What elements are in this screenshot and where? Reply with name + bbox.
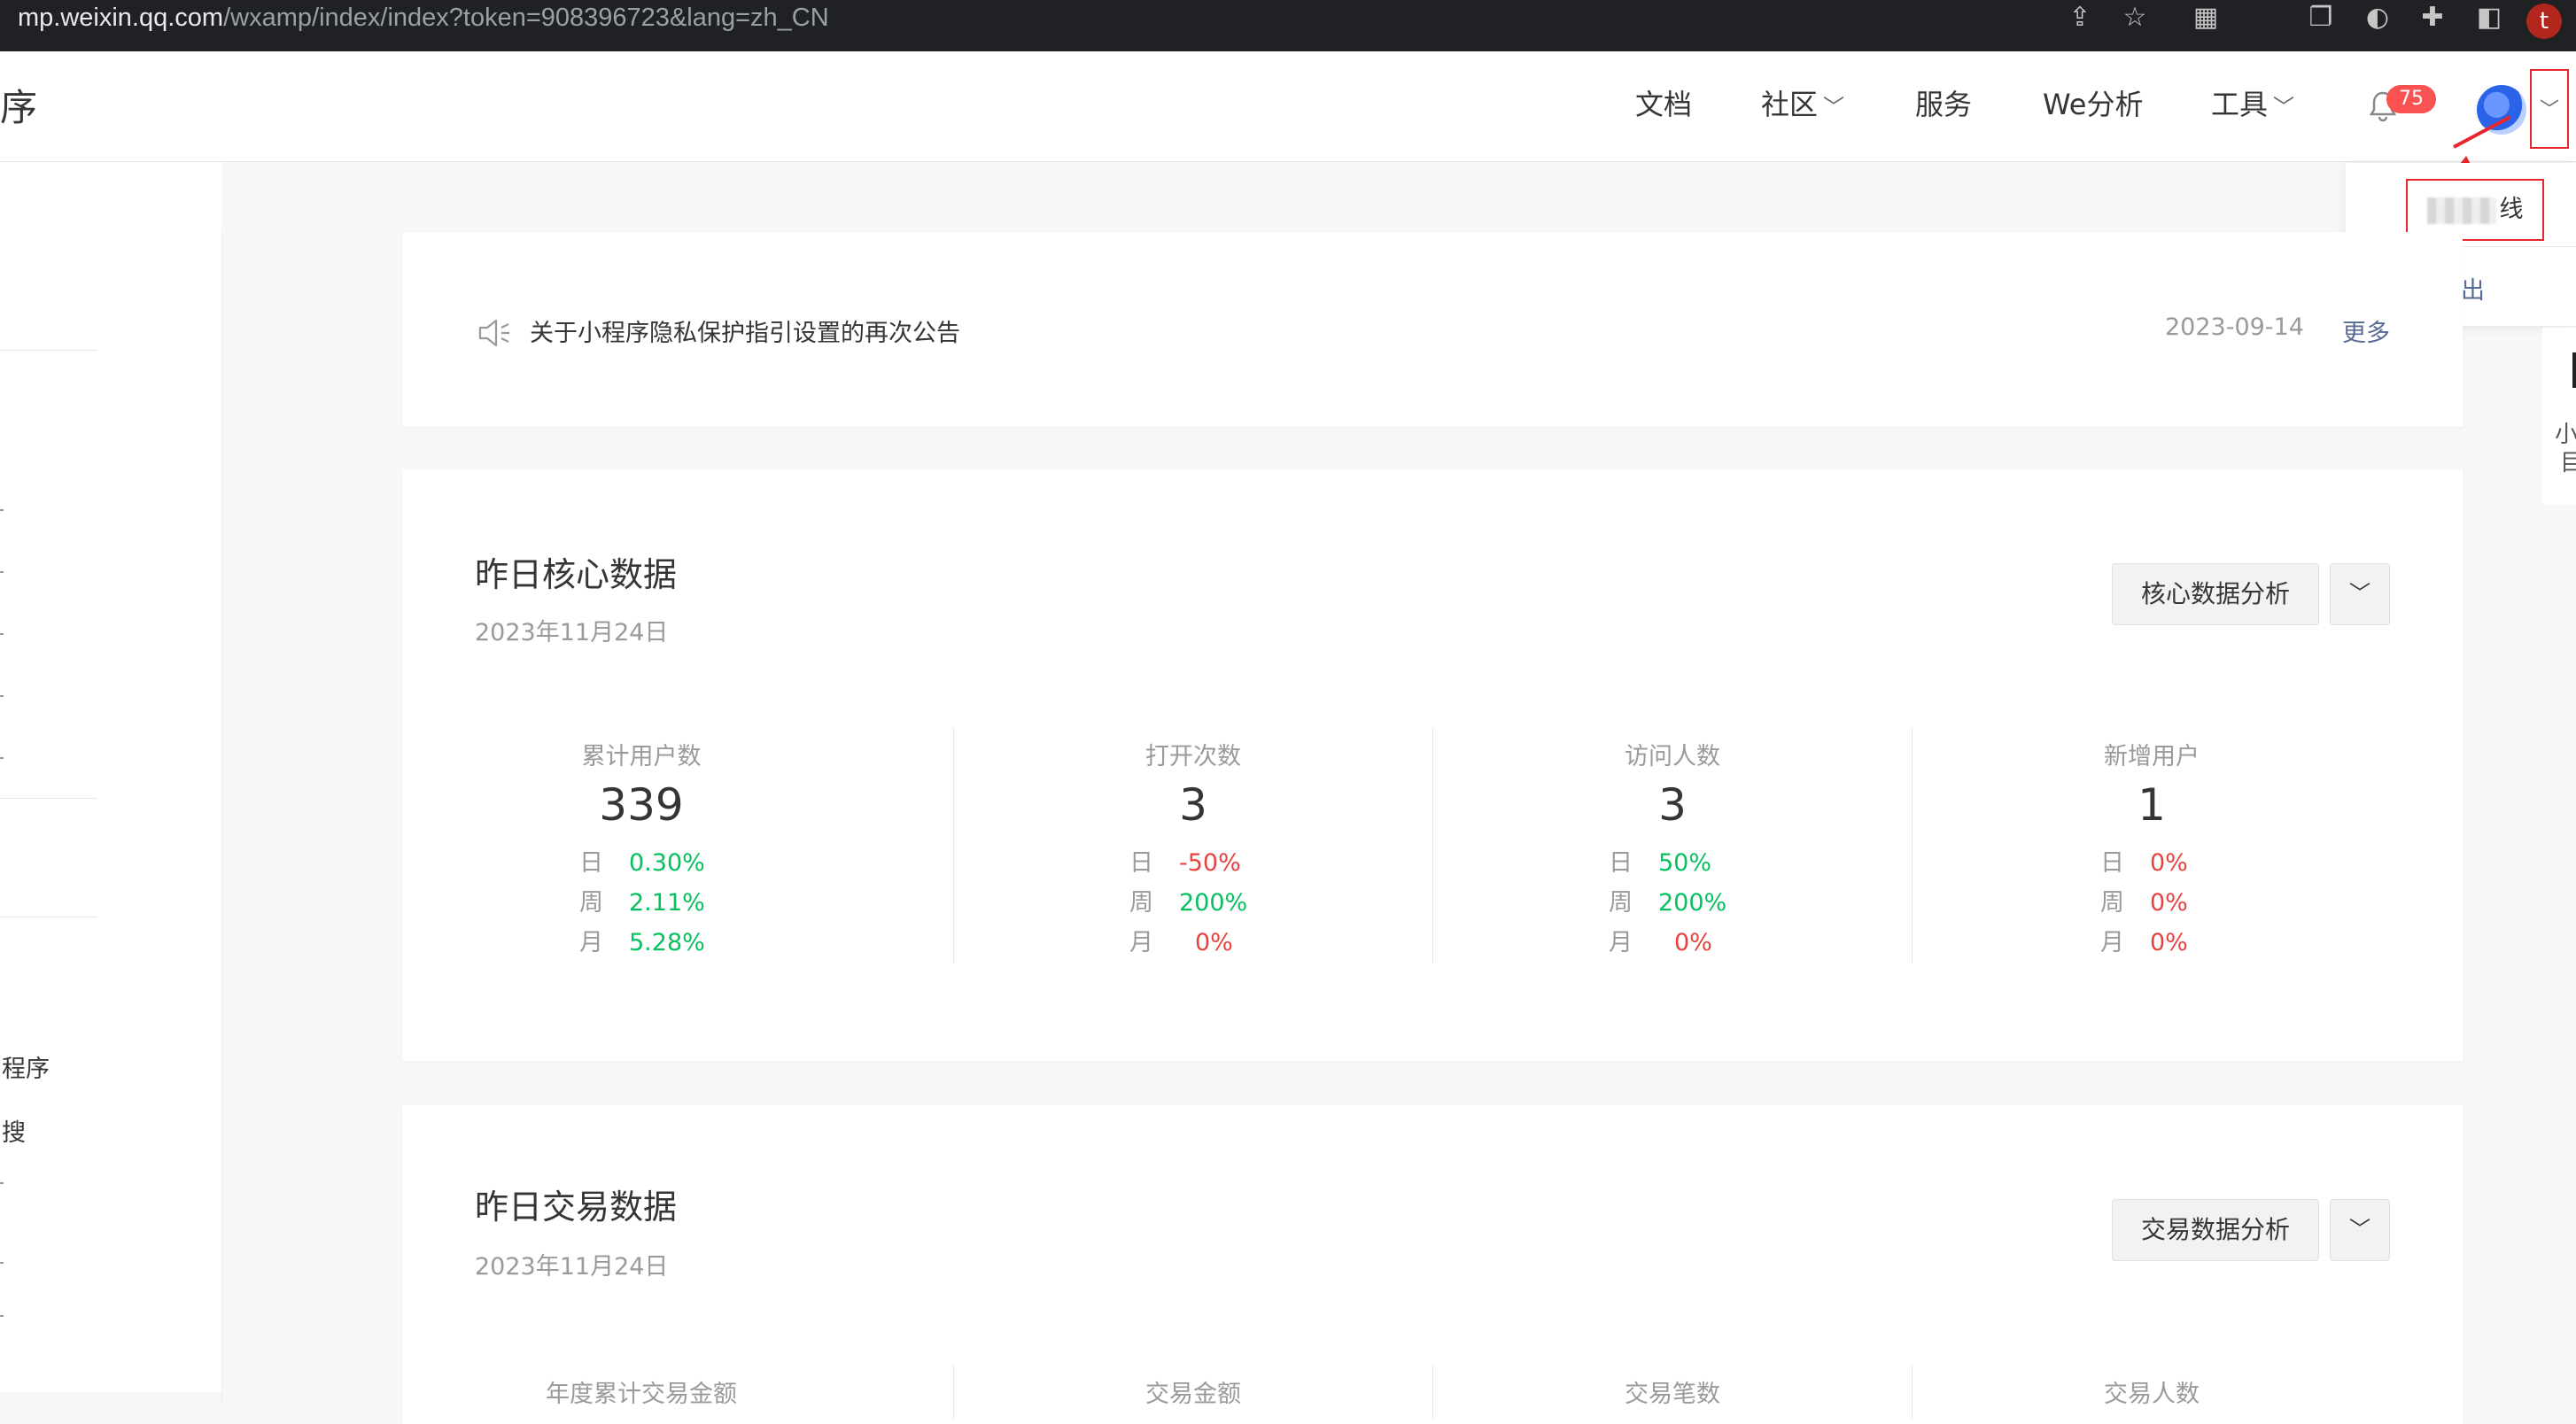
metric-opens: 打开次数 3 日 -50% 周 200% 月 0%	[953, 728, 1432, 964]
sidebar-item-marker	[0, 1315, 4, 1317]
nav-services[interactable]: 服务	[1915, 87, 1972, 122]
url-host: mp.weixin.qq.com	[18, 4, 224, 32]
trade-metric-buyers: 交易人数	[1912, 1366, 2391, 1419]
extension-image-icon[interactable]: ▦	[2188, 0, 2223, 35]
metric-value: 1	[2138, 779, 2166, 831]
sidebar-item-marker	[0, 757, 4, 759]
metric-visitors: 访问人数 3 日 50% 周 200% 月 0%	[1432, 728, 1912, 964]
metric-change-month: 月 5.28%	[579, 929, 705, 956]
share-icon[interactable]: ⇪	[2062, 0, 2098, 35]
url-path: /wxamp/index/index?token=908396723&lang=…	[223, 4, 829, 32]
metric-change-week: 周 0%	[2100, 889, 2188, 917]
metric-change-month: 月 0%	[1129, 929, 1233, 956]
url-field[interactable]: mp.weixin.qq.com/wxamp/index/index?token…	[18, 0, 829, 35]
metric-value: 3	[1658, 779, 1687, 831]
nav-services-label: 服务	[1915, 88, 1973, 121]
trade-data-title: 昨日交易数据	[475, 1188, 678, 1227]
trade-metric-annual-amount: 年度累计交易金额	[402, 1366, 881, 1419]
sidebar-item-marker	[0, 571, 4, 573]
metric-label: 累计用户数	[581, 743, 702, 770]
sidebar-divider	[0, 798, 97, 799]
extension-sync-icon[interactable]: ◐	[2360, 0, 2395, 35]
nav-tools-label: 工具	[2211, 88, 2269, 121]
core-data-card: 昨日核心数据 2023年11月24日 核心数据分析 ﹀ 累计用户数 339 日0…	[402, 469, 2463, 1061]
nav-community-label: 社区	[1761, 88, 1819, 121]
metric-change-week: 周 200%	[1609, 889, 1727, 917]
metric-value: 339	[599, 779, 684, 831]
trade-data-card: 昨日交易数据 2023年11月24日 交易数据分析 ﹀ 年度累计交易金额 交易金…	[402, 1105, 2463, 1424]
nav-community[interactable]: 社区 ﹀	[1761, 87, 1844, 125]
nav-tools[interactable]: 工具 ﹀	[2211, 87, 2294, 125]
chevron-down-icon: ﹀	[2349, 1217, 2370, 1242]
metric-new-users: 新增用户 1 日 0% 周 0% 月 0%	[1912, 728, 2391, 964]
top-navigation: 序 文档 社区 ﹀ 服务 We分析 工具 ﹀ 75 ﹀	[0, 51, 2576, 162]
extensions-puzzle-icon[interactable]: ✚	[2415, 0, 2450, 35]
metric-change-day: 日 -50%	[1129, 849, 1241, 877]
metric-label: 访问人数	[1625, 743, 1720, 770]
trade-metric-amount: 交易金额	[953, 1366, 1432, 1419]
trade-metric-count: 交易笔数	[1432, 1366, 1912, 1419]
sidebar-item-marker	[0, 1182, 4, 1184]
sidebar-divider	[0, 350, 97, 351]
metric-change-month: 月 0%	[2100, 929, 2188, 956]
chevron-down-icon: ﹀	[1823, 95, 1845, 120]
nav-we-analysis[interactable]: We分析	[2043, 87, 2143, 122]
right-panel-text: 目	[2560, 450, 2576, 476]
notice-card: 关于小程序隐私保护指引设置的再次公告 2023-09-14 更多	[402, 232, 2463, 427]
account-avatar[interactable]	[2477, 85, 2526, 135]
chevron-down-icon: ﹀	[2539, 99, 2559, 121]
left-sidebar: 程序 搜	[0, 162, 222, 1402]
metric-value: 3	[1179, 779, 1207, 831]
metric-change-week: 周 2.11%	[579, 889, 705, 917]
right-side-panel: 小 目	[2542, 328, 2576, 505]
metric-change-month: 月 0%	[1609, 929, 1712, 956]
account-menu-toggle[interactable]: ﹀	[2530, 69, 2569, 149]
extension-copy-icon[interactable]: ❐	[2303, 0, 2339, 35]
account-name-suffix: 线	[2499, 196, 2524, 223]
metric-total-users: 累计用户数 339 日 0.30% 周 2.11% 月 5.28%	[402, 728, 881, 964]
metric-label: 新增用户	[2104, 743, 2200, 770]
core-data-title: 昨日核心数据	[475, 555, 678, 594]
metric-change-day: 日 0.30%	[579, 849, 705, 877]
browser-address-bar: mp.weixin.qq.com/wxamp/index/index?token…	[0, 0, 2576, 51]
core-data-analysis-button[interactable]: 核心数据分析	[2112, 563, 2319, 625]
notice-date: 2023-09-14	[2165, 313, 2304, 341]
notice-more-link[interactable]: 更多	[2342, 313, 2390, 348]
metric-label: 打开次数	[1145, 743, 1241, 770]
core-data-more-button[interactable]: ﹀	[2330, 563, 2390, 625]
metric-change-week: 周 200%	[1129, 889, 1248, 917]
sidebar-item-search[interactable]: 搜	[2, 1113, 26, 1148]
blurred-name	[2426, 197, 2496, 224]
bookmark-star-icon[interactable]: ☆	[2117, 0, 2153, 35]
side-panel-icon[interactable]: ◧	[2471, 0, 2507, 35]
notification-badge: 75	[2386, 85, 2436, 113]
notice-link[interactable]: 关于小程序隐私保护指引设置的再次公告	[530, 313, 960, 348]
sidebar-item-miniprogram[interactable]: 程序	[2, 1049, 50, 1084]
nav-we-analysis-label: We分析	[2043, 88, 2144, 121]
chevron-down-icon: ﹀	[2273, 95, 2295, 120]
trade-data-analysis-button[interactable]: 交易数据分析	[2112, 1199, 2319, 1261]
trade-data-more-button[interactable]: ﹀	[2330, 1199, 2390, 1261]
nav-docs-label: 文档	[1635, 88, 1693, 121]
brand-title: 序	[0, 86, 38, 129]
sidebar-item-marker	[0, 509, 4, 511]
nav-docs[interactable]: 文档	[1635, 87, 1692, 122]
core-data-date: 2023年11月24日	[475, 619, 669, 646]
right-panel-mark	[2572, 352, 2576, 388]
metric-change-day: 日 50%	[1609, 849, 1712, 877]
sidebar-item-marker	[0, 633, 4, 635]
speaker-icon	[477, 317, 512, 349]
sidebar-item-marker	[0, 695, 4, 697]
chevron-down-icon: ﹀	[2349, 581, 2370, 606]
metric-change-day: 日 0%	[2100, 849, 2188, 877]
trade-data-date: 2023年11月24日	[475, 1253, 669, 1281]
browser-profile-avatar[interactable]: t	[2526, 4, 2562, 39]
sidebar-border	[221, 233, 222, 1402]
sidebar-item-marker	[0, 1262, 4, 1264]
